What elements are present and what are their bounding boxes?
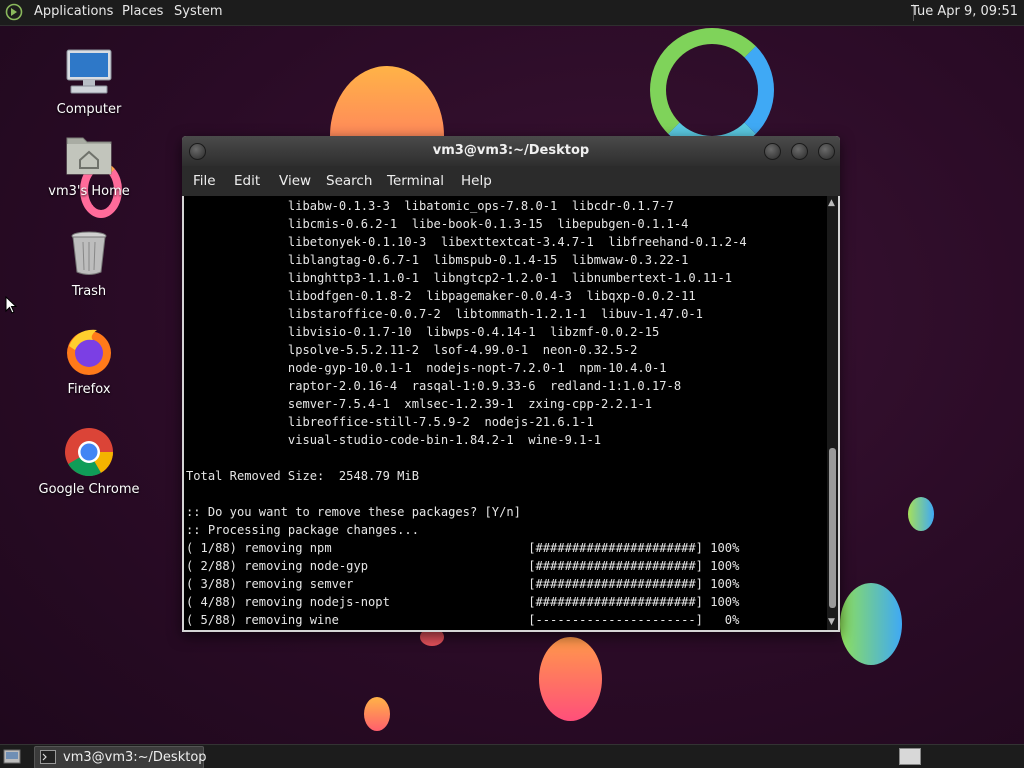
workspace-switcher-icon[interactable] xyxy=(899,748,921,765)
wallpaper-green-dot xyxy=(908,497,934,531)
desktop-icon-home[interactable]: vm3's Home xyxy=(34,128,144,199)
terminal-line: libnghttp3-1.1.0-1 libngtcp2-1.2.0-1 lib… xyxy=(186,271,733,285)
terminal-line: ( 5/88) removing wine [-----------------… xyxy=(186,613,740,627)
terminal-output: libabw-0.1.3-3 libatomic_ops-7.8.0-1 lib… xyxy=(186,197,747,629)
wallpaper-pink-oval xyxy=(539,637,602,721)
menu-view[interactable]: View xyxy=(279,173,311,189)
scrollbar-thumb[interactable] xyxy=(829,448,836,608)
chrome-icon xyxy=(63,426,115,478)
home-folder-icon xyxy=(63,128,115,180)
terminal-line: libodfgen-0.1.8-2 libpagemaker-0.0.4-3 l… xyxy=(186,289,696,303)
desktop-icon-label: Firefox xyxy=(67,382,111,397)
system-menu[interactable]: System xyxy=(174,4,222,19)
terminal-icon xyxy=(40,750,56,764)
terminal-line: libreoffice-still-7.5.9-2 nodejs-21.6.1-… xyxy=(186,415,594,429)
maximize-button[interactable] xyxy=(791,143,808,160)
terminal-line: ( 3/88) removing semver [###############… xyxy=(186,577,740,591)
menu-edit[interactable]: Edit xyxy=(234,173,260,189)
menu-help[interactable]: Help xyxy=(461,173,492,189)
taskbar-window-label: vm3@vm3:~/Desktop xyxy=(63,750,207,765)
desktop-icon-label: Google Chrome xyxy=(38,482,140,497)
firefox-icon xyxy=(63,326,115,378)
desktop-icon-computer[interactable]: Computer xyxy=(34,46,144,117)
terminal-line: ( 4/88) removing nodejs-nopt [##########… xyxy=(186,595,740,609)
desktop-icon-firefox[interactable]: Firefox xyxy=(34,326,144,397)
close-button[interactable] xyxy=(818,143,835,160)
terminal-scrollbar[interactable]: ▲ ▼ xyxy=(827,196,838,630)
mouse-cursor-icon xyxy=(5,296,17,314)
scroll-up-arrow-icon[interactable]: ▲ xyxy=(828,199,835,208)
terminal-menubar: File Edit View Search Terminal Help xyxy=(182,166,840,196)
taskbar-window-button[interactable]: vm3@vm3:~/Desktop xyxy=(34,746,207,768)
desktop-icon-label: vm3's Home xyxy=(48,184,130,199)
terminal-line: libetonyek-0.1.10-3 libexttextcat-3.4.7-… xyxy=(186,235,747,249)
window-menu-button[interactable] xyxy=(189,143,206,160)
trash-icon xyxy=(63,228,115,280)
terminal-output-area[interactable]: libabw-0.1.3-3 libatomic_ops-7.8.0-1 lib… xyxy=(184,196,827,630)
bottom-panel: vm3@vm3:~/Desktop xyxy=(0,744,1024,768)
terminal-line: ( 1/88) removing npm [##################… xyxy=(186,541,740,555)
terminal-line: :: Do you want to remove these packages?… xyxy=(186,505,521,519)
window-titlebar[interactable]: vm3@vm3:~/Desktop xyxy=(182,136,840,166)
scroll-down-arrow-icon[interactable]: ▼ xyxy=(828,618,835,627)
window-title: vm3@vm3:~/Desktop xyxy=(432,143,590,158)
show-desktop-icon[interactable] xyxy=(3,748,21,765)
terminal-line: raptor-2.0.16-4 rasqal-1:0.9.33-6 redlan… xyxy=(186,379,682,393)
wallpaper-small-orange-oval xyxy=(364,697,390,731)
terminal-line: libcmis-0.6.2-1 libe-book-0.1.3-15 libep… xyxy=(186,217,689,231)
computer-icon xyxy=(63,46,115,98)
minimize-button[interactable] xyxy=(764,143,781,160)
menu-file[interactable]: File xyxy=(193,173,216,189)
terminal-line: libvisio-0.1.7-10 libwps-0.4.14-1 libzmf… xyxy=(186,325,660,339)
places-menu[interactable]: Places xyxy=(122,4,163,19)
desktop-icon-label: Trash xyxy=(71,284,107,299)
menu-terminal[interactable]: Terminal xyxy=(387,173,444,189)
terminal-window[interactable]: vm3@vm3:~/Desktop File Edit View Search … xyxy=(182,136,840,632)
terminal-line: libstaroffice-0.0.7-2 libtommath-1.2.1-1… xyxy=(186,307,703,321)
wallpaper-blue-green-circle xyxy=(840,583,902,665)
terminal-line: Total Removed Size: 2548.79 MiB xyxy=(186,469,419,483)
terminal-line: libabw-0.1.3-3 libatomic_ops-7.8.0-1 lib… xyxy=(186,199,674,213)
distro-logo-icon[interactable] xyxy=(5,3,23,21)
terminal-line: :: Processing package changes... xyxy=(186,523,419,537)
menu-search[interactable]: Search xyxy=(326,173,372,189)
desktop-icon-trash[interactable]: Trash xyxy=(34,228,144,299)
wallpaper-ring xyxy=(650,28,774,152)
top-panel: Applications Places System Tue Apr 9, 09… xyxy=(0,0,1024,26)
applications-menu[interactable]: Applications xyxy=(34,4,113,19)
terminal-line: lpsolve-5.5.2.11-2 lsof-4.99.0-1 neon-0.… xyxy=(186,343,638,357)
desktop-icon-chrome[interactable]: Google Chrome xyxy=(34,426,144,497)
clock[interactable]: Tue Apr 9, 09:51 xyxy=(911,4,1018,19)
terminal-line: semver-7.5.4-1 xmlsec-1.2.39-1 zxing-cpp… xyxy=(186,397,652,411)
terminal-line: node-gyp-10.0.1-1 nodejs-nopt-7.2.0-1 np… xyxy=(186,361,667,375)
terminal-line: ( 2/88) removing node-gyp [#############… xyxy=(186,559,740,573)
desktop-icon-label: Computer xyxy=(56,102,122,117)
terminal-line: visual-studio-code-bin-1.84.2-1 wine-9.1… xyxy=(186,433,602,447)
terminal-line: liblangtag-0.6.7-1 libmspub-0.1.4-15 lib… xyxy=(186,253,689,267)
